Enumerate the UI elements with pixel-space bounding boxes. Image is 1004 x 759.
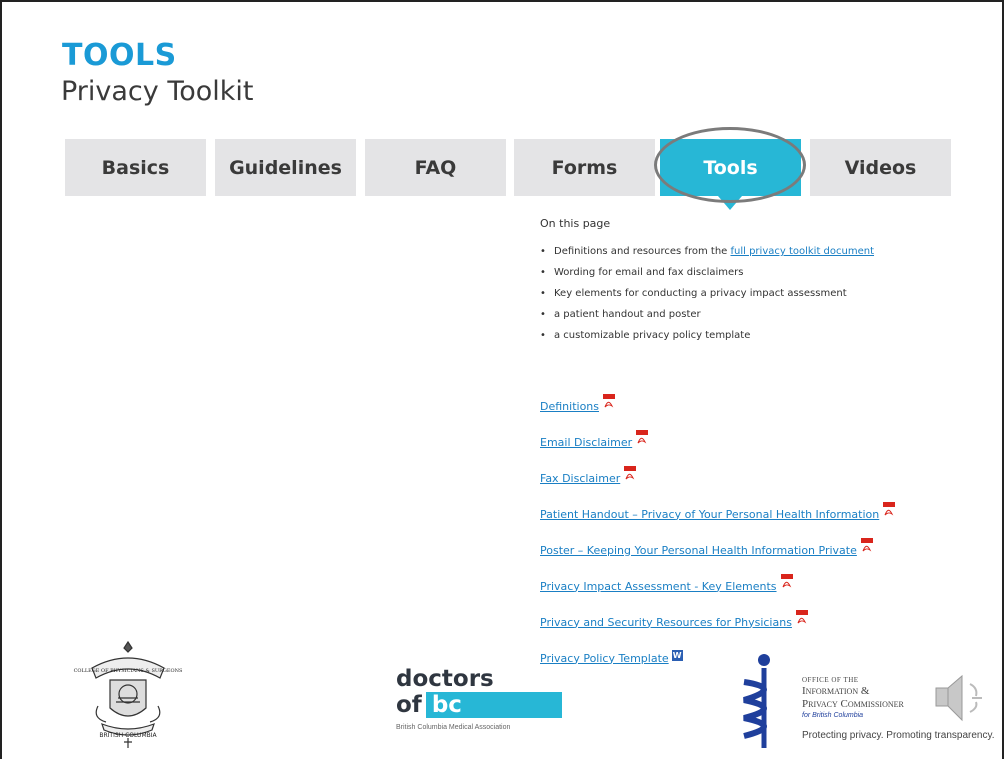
document-link-row: Definitions	[540, 388, 895, 424]
document-link-row: Patient Handout – Privacy of Your Person…	[540, 496, 896, 532]
tab-basics[interactable]: Basics	[65, 139, 206, 196]
active-tab-pointer	[718, 196, 742, 210]
oipc-line1: Office of the	[802, 676, 859, 684]
svg-text:COLLEGE OF PHYSICIANS & SURGEO: COLLEGE OF PHYSICIANS & SURGEONS	[74, 668, 183, 674]
page-title: TOOLS	[62, 38, 177, 73]
doctors-of-bc-box: bc	[425, 692, 562, 718]
bullet-text: a customizable privacy policy template	[554, 330, 751, 341]
pdf-icon[interactable]	[603, 394, 615, 408]
fax-disclaimer-link[interactable]: Fax Disclaimer	[540, 472, 620, 485]
tab-tools[interactable]: Tools	[660, 139, 801, 196]
tab-faq[interactable]: FAQ	[365, 139, 506, 196]
cps-logo-text: BRITISH COLUMBIA	[99, 732, 157, 739]
pdf-icon[interactable]	[795, 610, 808, 624]
list-item: • a customizable privacy policy template	[540, 330, 751, 341]
doctors-of-bc-tagline: British Columbia Medical Association	[396, 724, 511, 731]
document-link-row: Poster – Keeping Your Personal Health In…	[540, 532, 895, 568]
definitions-link[interactable]: Definitions	[540, 400, 599, 413]
document-link-row: Privacy Impact Assessment - Key Elements	[540, 568, 895, 604]
full-toolkit-link[interactable]: full privacy toolkit document	[730, 246, 874, 257]
tab-forms[interactable]: Forms	[514, 139, 655, 196]
list-item: • Key elements for conducting a privacy i…	[540, 288, 847, 299]
document-link-row: Fax Disclaimer	[540, 460, 895, 496]
document-link-row: Email Disclaimer	[540, 424, 895, 460]
oipc-line4: for British Columbia	[802, 712, 864, 719]
list-item: • Definitions and resources from the full…	[540, 246, 875, 257]
college-physicians-surgeons-logo: COLLEGE OF PHYSICIANS & SURGEONS BRITISH…	[74, 640, 183, 748]
page-subtitle: Privacy Toolkit	[61, 76, 254, 107]
pdf-icon[interactable]	[636, 430, 649, 444]
patient-handout-link[interactable]: Patient Handout – Privacy of Your Person…	[540, 508, 879, 521]
oipc-line2: Information &	[802, 685, 870, 697]
bullet-text: Key elements for conducting a privacy im…	[554, 288, 847, 299]
privacy-security-resources-link[interactable]: Privacy and Security Resources for Physi…	[540, 616, 792, 629]
document-link-row: Privacy and Security Resources for Physi…	[540, 604, 895, 640]
oipc-line3: Privacy Commissioner	[802, 698, 904, 710]
pdf-icon[interactable]	[883, 502, 896, 516]
list-item: • Wording for email and fax disclaimers	[540, 267, 744, 278]
pdf-icon[interactable]	[780, 574, 793, 588]
privacy-policy-template-link[interactable]: Privacy Policy Template	[540, 652, 669, 665]
doctors-of-bc-logo: doctors of bc British Columbia Medical A…	[396, 668, 562, 731]
tab-guidelines[interactable]: Guidelines	[215, 139, 356, 196]
oipc-tagline: Protecting privacy. Promoting transparen…	[802, 730, 995, 741]
doctors-of-bc-word: doctors	[396, 666, 494, 692]
document-links: Definitions Email Disclaimer Fax Disclai…	[540, 388, 896, 676]
on-this-page-list: • Definitions and resources from the full…	[540, 241, 874, 346]
doctors-of-bc-of: of	[396, 691, 422, 718]
oipc-emblem-icon	[743, 654, 770, 748]
privacy-impact-assessment-link[interactable]: Privacy Impact Assessment - Key Elements	[540, 580, 777, 593]
pdf-icon[interactable]	[624, 466, 637, 480]
poster-link[interactable]: Poster – Keeping Your Personal Health In…	[540, 544, 857, 557]
word-icon[interactable]: W	[671, 649, 683, 661]
on-this-page-heading: On this page	[540, 217, 611, 230]
bullet-text: a patient handout and poster	[554, 309, 701, 320]
bullet-text: Definitions and resources from the	[554, 246, 731, 257]
email-disclaimer-link[interactable]: Email Disclaimer	[540, 436, 632, 449]
tab-videos[interactable]: Videos	[810, 139, 951, 196]
bullet-text: Wording for email and fax disclaimers	[554, 267, 744, 278]
list-item: • a patient handout and poster	[540, 309, 701, 320]
pdf-icon[interactable]	[860, 538, 873, 552]
speaker-icon[interactable]	[928, 668, 998, 728]
